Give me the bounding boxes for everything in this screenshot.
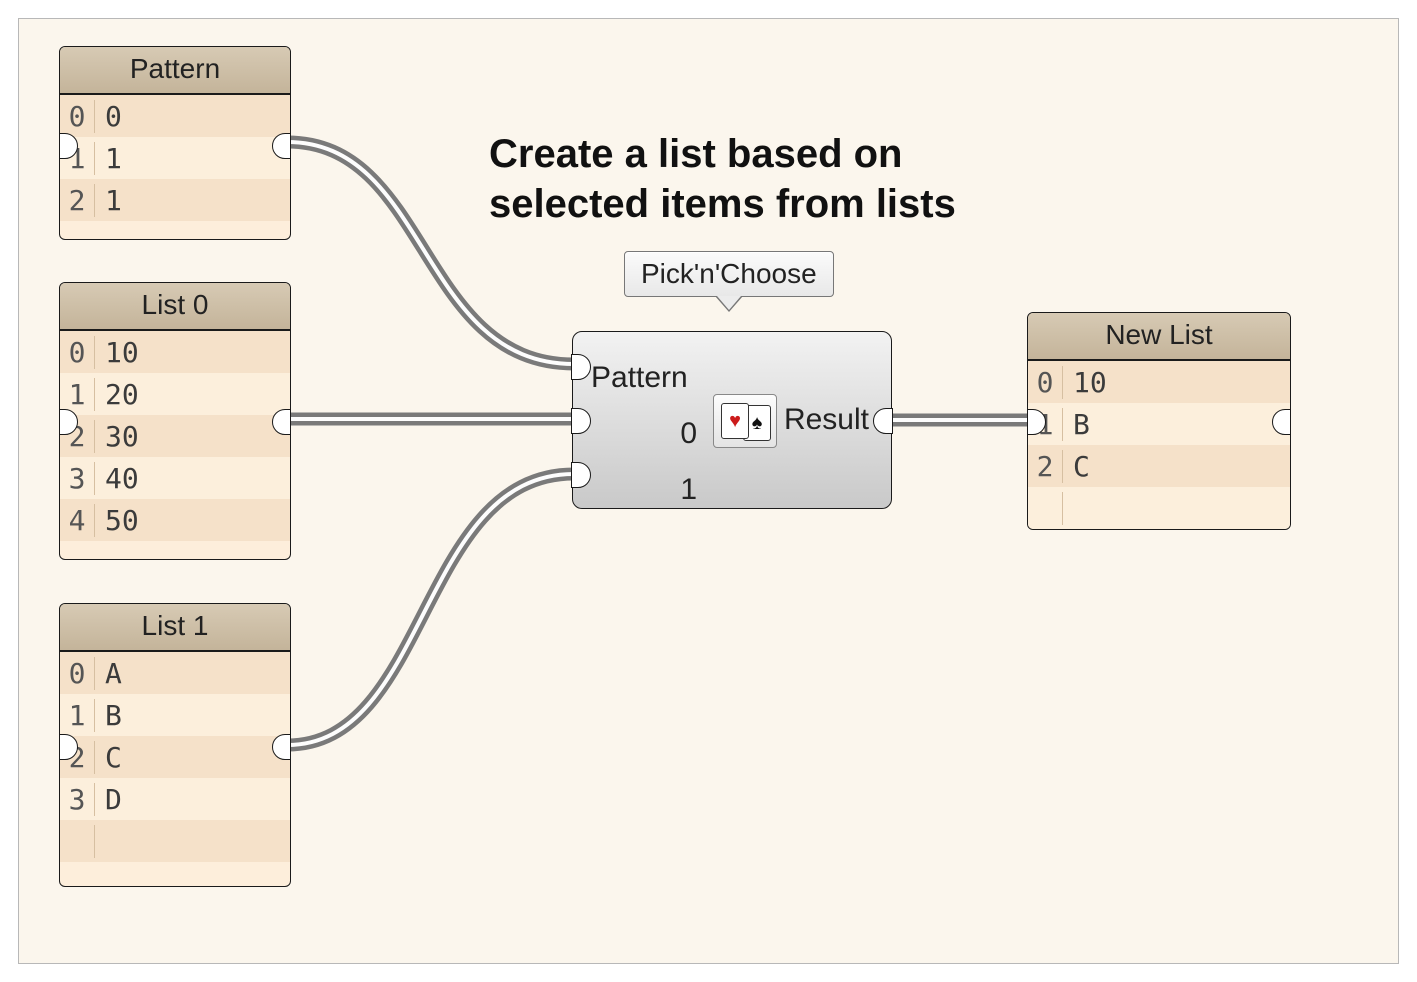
port-out[interactable] xyxy=(272,133,291,159)
node-pick-n-choose[interactable]: Pattern 0 1 ♥ ♠ Result xyxy=(572,331,892,509)
node-outputs: Result xyxy=(784,332,869,508)
component-tooltip: Pick'n'Choose xyxy=(624,251,834,297)
component-tooltip-label: Pick'n'Choose xyxy=(641,258,817,289)
panel-rows: 00 11 21 xyxy=(60,95,290,221)
diagram-canvas[interactable]: .w{fill:none;stroke-linecap:round;} .w.o… xyxy=(18,18,1399,964)
panel-newlist[interactable]: New List 010 1B 2C xyxy=(1027,312,1291,530)
table-row: 21 xyxy=(60,179,290,221)
panel-list0[interactable]: List 0 010 120 230 340 450 xyxy=(59,282,291,560)
port-out[interactable] xyxy=(1272,409,1291,435)
node-port-pattern[interactable] xyxy=(571,354,591,380)
table-row: 1B xyxy=(1028,403,1290,445)
panel-title: Pattern xyxy=(60,47,290,95)
table-row xyxy=(1028,487,1290,529)
table-row: 0A xyxy=(60,652,290,694)
panel-rows: 010 1B 2C xyxy=(1028,361,1290,529)
table-row: 1B xyxy=(60,694,290,736)
table-row: 230 xyxy=(60,415,290,457)
node-port-result[interactable] xyxy=(873,408,893,434)
node-input-pattern: Pattern xyxy=(591,350,697,406)
table-row: 11 xyxy=(60,137,290,179)
table-row: 010 xyxy=(60,331,290,373)
node-output-result: Result xyxy=(784,403,869,437)
heart-card-icon: ♥ xyxy=(721,403,749,439)
node-port-1[interactable] xyxy=(571,462,591,488)
panel-rows: 0A 1B 2C 3D xyxy=(60,652,290,862)
table-row: 010 xyxy=(1028,361,1290,403)
panel-list1[interactable]: List 1 0A 1B 2C 3D xyxy=(59,603,291,887)
table-row: 2C xyxy=(60,736,290,778)
node-port-0[interactable] xyxy=(571,408,591,434)
tooltip-arrow-icon xyxy=(715,296,743,312)
headline-line1: Create a list based on xyxy=(489,129,956,179)
table-row: 450 xyxy=(60,499,290,541)
port-out[interactable] xyxy=(272,734,291,760)
table-row: 3D xyxy=(60,778,290,820)
panel-title: List 0 xyxy=(60,283,290,331)
headline-line2: selected items from lists xyxy=(489,179,956,229)
panel-rows: 010 120 230 340 450 xyxy=(60,331,290,541)
table-row xyxy=(60,820,290,862)
node-inputs: Pattern 0 1 xyxy=(591,350,697,518)
panel-title: List 1 xyxy=(60,604,290,652)
table-row: 120 xyxy=(60,373,290,415)
port-out[interactable] xyxy=(272,409,291,435)
cards-icon: ♥ ♠ xyxy=(713,394,777,448)
panel-pattern[interactable]: Pattern 00 11 21 xyxy=(59,46,291,240)
table-row: 00 xyxy=(60,95,290,137)
node-input-0: 0 xyxy=(591,406,697,462)
table-row: 2C xyxy=(1028,445,1290,487)
headline: Create a list based on selected items fr… xyxy=(489,129,956,229)
node-input-1: 1 xyxy=(591,462,697,518)
table-row: 340 xyxy=(60,457,290,499)
panel-title: New List xyxy=(1028,313,1290,361)
